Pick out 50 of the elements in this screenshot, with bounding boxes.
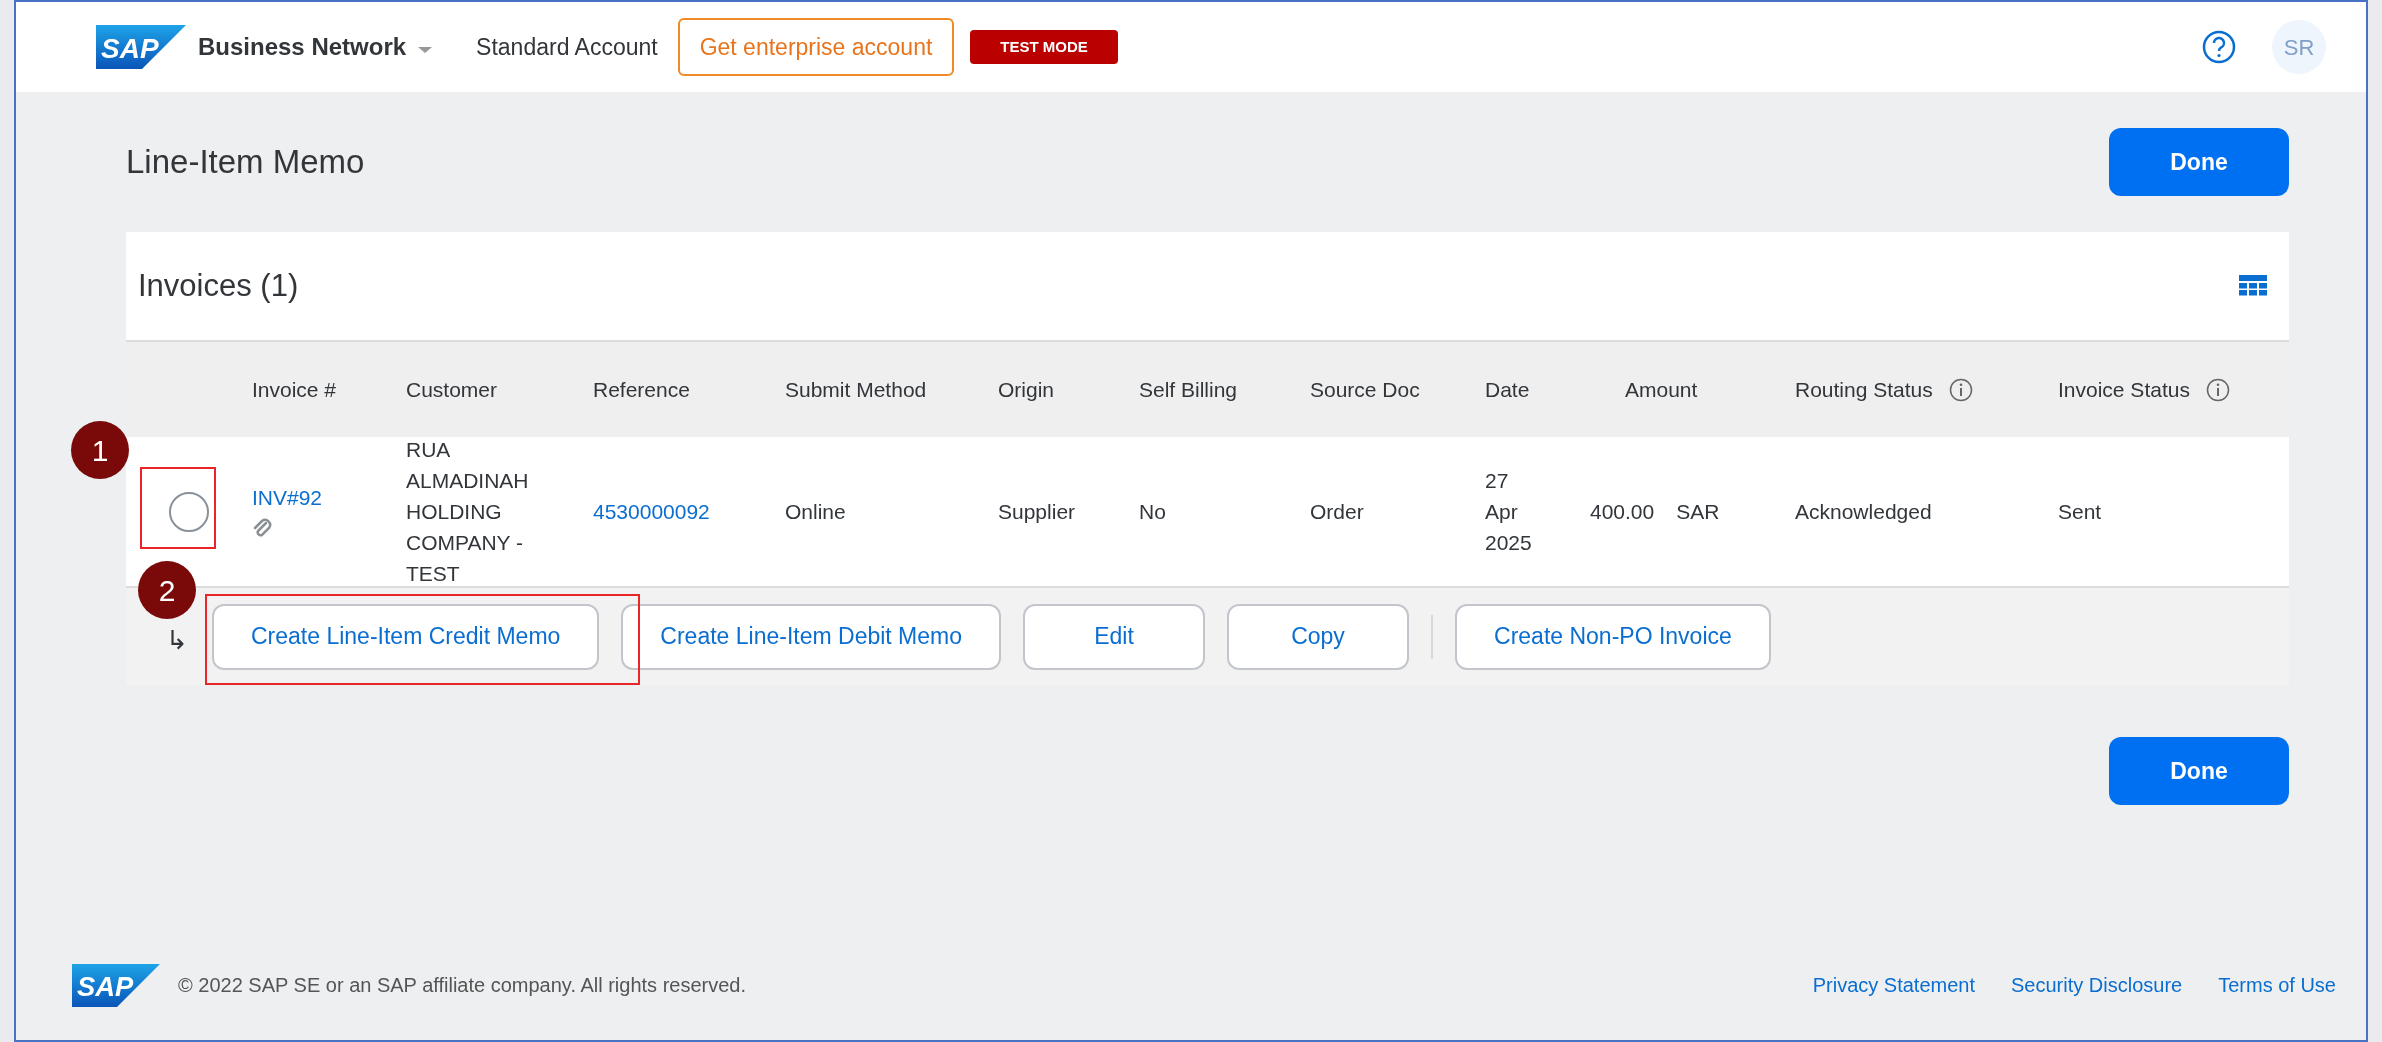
info-icon[interactable] — [1948, 377, 1973, 402]
row-radio[interactable] — [169, 491, 209, 532]
upgrade-button[interactable]: Get enterprise account — [677, 18, 955, 76]
table-settings-icon[interactable] — [2239, 275, 2267, 297]
action-button[interactable]: Create Line-Item Debit Memo — [621, 603, 1002, 670]
table-cell-text: No — [1139, 499, 1167, 525]
table-cell-text: 400.00 — [1590, 499, 1655, 525]
footer-link[interactable]: Security Disclosure — [2011, 970, 2183, 1000]
footer-link[interactable]: Privacy Statement — [1812, 970, 1975, 1000]
caret-icon — [418, 47, 433, 55]
sap-logo: SAP — [96, 25, 186, 69]
column-header: Invoice # — [252, 376, 337, 403]
column-header: Source Doc — [1310, 376, 1420, 403]
table-cell-text: Supplier — [998, 499, 1077, 525]
column-header: Routing Status — [1795, 376, 1933, 403]
action-button[interactable]: Create Line-Item Credit Memo — [212, 603, 600, 670]
column-header: Submit Method — [785, 376, 927, 403]
table-cell-text: Sent — [2058, 499, 2103, 525]
table-cell-text: RUA ALMADINAH HOLDING COMPANY - TEST — [406, 437, 530, 587]
step-marker: 1 — [71, 421, 129, 479]
section-title: Invoices (1) — [138, 266, 299, 305]
brand-menu[interactable]: Business Network — [198, 29, 433, 65]
column-header: Customer — [406, 376, 498, 403]
action-button[interactable]: Edit — [1023, 603, 1206, 670]
done-button[interactable]: Done — [2109, 128, 2289, 196]
column-header: Invoice Status — [2058, 376, 2190, 403]
column-header: Amount — [1625, 376, 1698, 403]
action-button[interactable]: Create Non-PO Invoice — [1455, 603, 1771, 670]
account-type: Standard Account — [476, 32, 658, 62]
page-title: Line-Item Memo — [126, 142, 365, 183]
table-cell-text: Acknowledged — [1795, 499, 1933, 525]
info-icon[interactable] — [2205, 377, 2230, 402]
mode-badge: TEST MODE — [970, 29, 1118, 65]
column-header: Reference — [593, 376, 690, 403]
table-cell-text: SAR — [1676, 499, 1720, 525]
help-icon[interactable] — [2202, 30, 2236, 64]
sap-logo: SAP — [72, 963, 160, 1007]
done-button[interactable]: Done — [2109, 737, 2289, 805]
table-cell-text: 27 Apr 2025 — [1485, 468, 1533, 556]
table-cell-text: Online — [785, 499, 847, 525]
footer-link[interactable]: Terms of Use — [2218, 970, 2336, 1000]
column-header: Origin — [998, 376, 1055, 403]
action-button[interactable]: Copy — [1227, 603, 1410, 670]
reference-link[interactable]: 4530000092 — [593, 500, 710, 523]
invoice-link[interactable]: INV#92 — [252, 482, 323, 513]
column-header: Date — [1485, 376, 1530, 403]
column-header: Self Billing — [1139, 376, 1238, 403]
sub-row-arrow: ↳ — [166, 624, 189, 657]
table-cell-text: Order — [1310, 499, 1365, 525]
copyright-text: © 2022 SAP SE or an SAP affiliate company. All rights reserved. — [178, 973, 746, 998]
